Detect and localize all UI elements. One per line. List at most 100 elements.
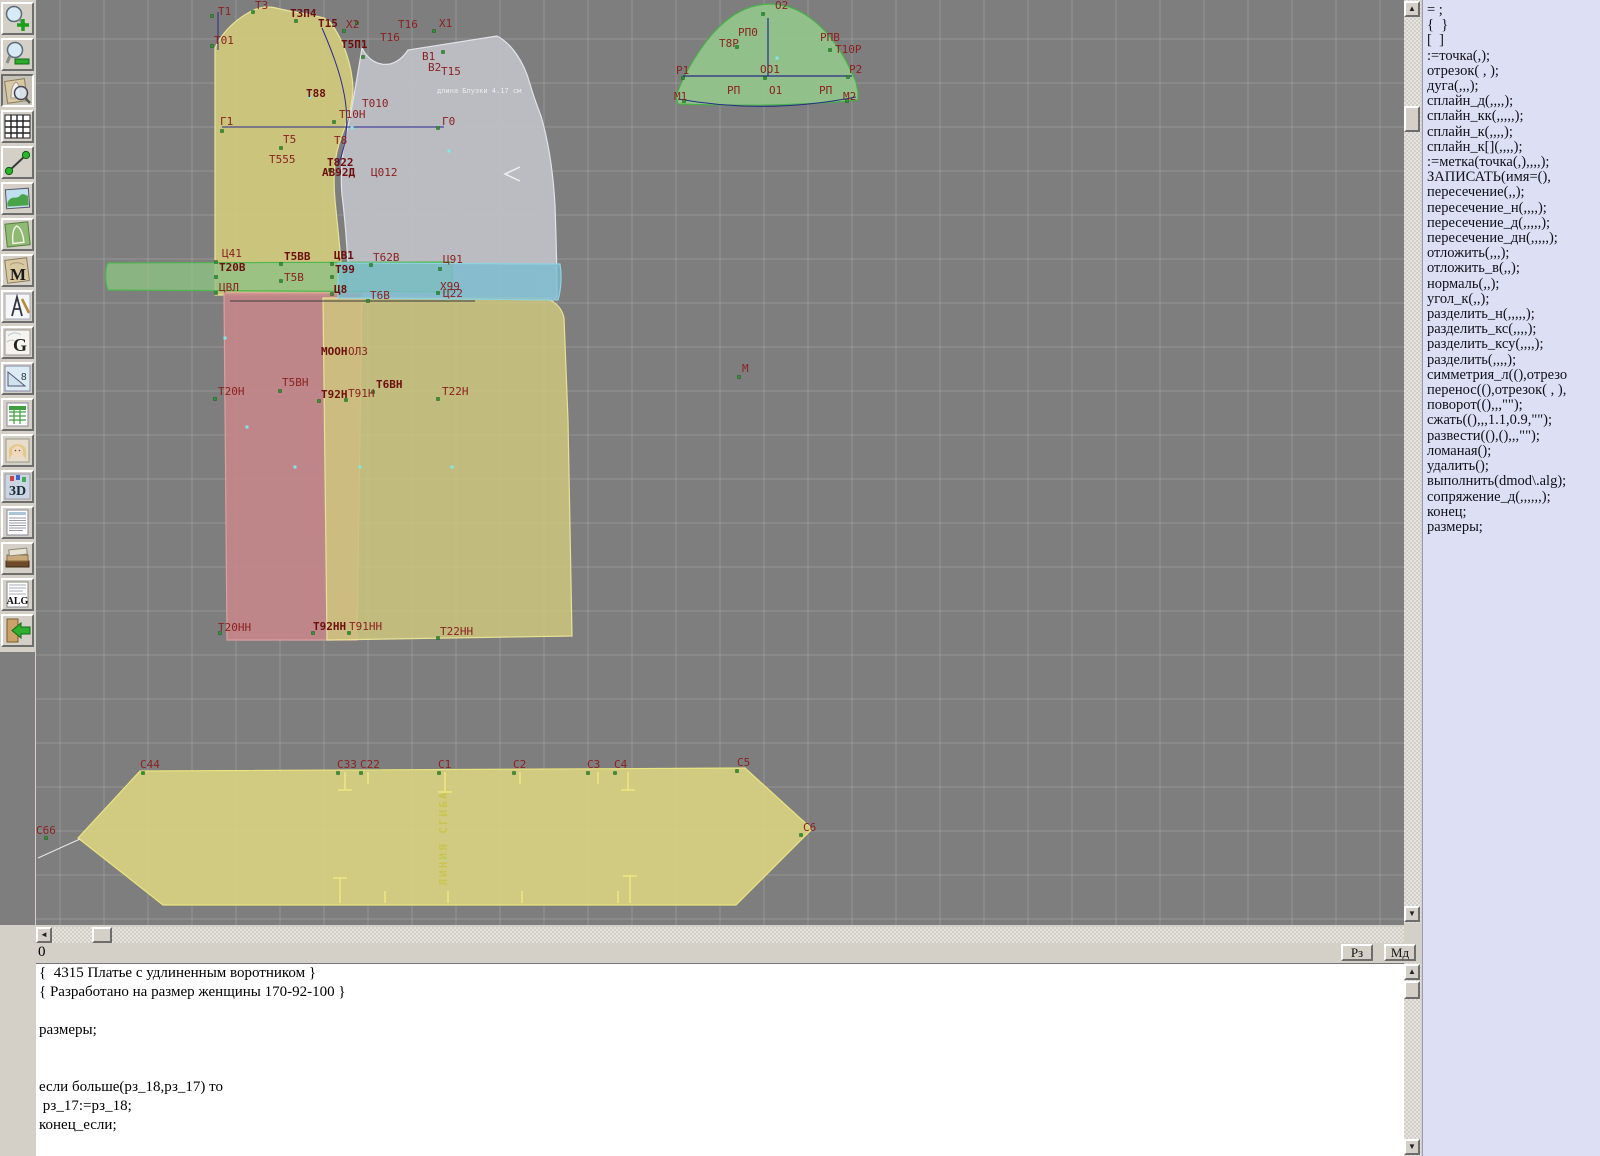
segment-button[interactable] (1, 146, 34, 179)
view-pattern-button[interactable] (1, 74, 34, 107)
command-item[interactable]: поворот((),,,""); (1423, 398, 1600, 413)
command-item[interactable]: [ ] (1423, 33, 1600, 48)
code-scroll-up-button[interactable]: ▲ (1404, 964, 1420, 980)
horizontal-scroll-thumb[interactable] (92, 927, 112, 943)
pattern-label: Т555 (269, 153, 296, 166)
zoom-out-button[interactable] (1, 38, 34, 71)
command-item[interactable]: сплайн_к[](,,,,); (1423, 140, 1600, 155)
scroll-down-button[interactable]: ▼ (1404, 906, 1420, 922)
rz-button[interactable]: Рз (1341, 944, 1373, 961)
pattern-point (442, 51, 445, 54)
pattern-label: МООН (321, 345, 348, 358)
m-pattern-icon: M (3, 256, 32, 285)
pattern-label: Т6В (370, 289, 390, 302)
exit-button[interactable] (1, 614, 34, 647)
command-item[interactable]: разделить(,,,,); (1423, 353, 1600, 368)
scroll-left-button[interactable]: ◄ (36, 927, 52, 943)
pattern-point (614, 772, 617, 775)
command-item[interactable]: ЗАПИСАТЬ(имя=(), (1423, 170, 1600, 185)
command-item[interactable]: симметрия_л((),отрезо (1423, 368, 1600, 383)
command-item[interactable]: отложить_в(,,); (1423, 261, 1600, 276)
scroll-up-button[interactable]: ▲ (1404, 1, 1420, 17)
pattern-label: Т10Р (835, 43, 862, 56)
pattern-point (280, 280, 283, 283)
pattern-cad-window: M G 8 3D ALG Т1Т01Т3ТЗП4Т15Х2Т16Х1Т5П1Т16В1В… (0, 0, 1600, 1156)
command-item[interactable]: сопряжение_д(,,,,,,); (1423, 490, 1600, 505)
md-button[interactable]: Мд (1384, 944, 1416, 961)
vertical-scroll-thumb[interactable] (1404, 106, 1420, 132)
pattern-point (764, 77, 767, 80)
pattern-label: Т91НН (349, 620, 382, 633)
command-item[interactable]: разделить_ксу(,,,,); (1423, 337, 1600, 352)
draft-button[interactable] (1, 290, 34, 323)
pattern-label: Т16 (380, 31, 400, 44)
command-item[interactable]: дуга(,,,); (1423, 79, 1600, 94)
command-item[interactable]: конец; (1423, 505, 1600, 520)
left-toolbar: M G 8 3D ALG (0, 0, 35, 1156)
command-item[interactable]: ломаная(); (1423, 444, 1600, 459)
command-item[interactable]: пересечение(,,); (1423, 185, 1600, 200)
table-button[interactable] (1, 398, 34, 431)
pattern-label: С33 (337, 758, 357, 771)
pattern-label: М2 (843, 90, 856, 103)
ruler-button[interactable]: 8 (1, 362, 34, 395)
command-item[interactable]: = ; (1423, 3, 1600, 18)
pattern-label: Т010 (362, 97, 389, 110)
pattern-point (337, 772, 340, 775)
command-item[interactable]: сжать((),,,1.1,0.9,""); (1423, 413, 1600, 428)
pattern-label: Ц91 (443, 253, 463, 266)
pattern-label: О1 (769, 84, 782, 97)
svg-text:8: 8 (21, 372, 27, 383)
books-icon (3, 544, 32, 573)
command-item[interactable]: :=точка(,); (1423, 49, 1600, 64)
pattern-label: Т15 (318, 17, 338, 30)
code-vertical-scrollbar[interactable]: ▲ ▼ (1404, 963, 1421, 1156)
pattern-label: ЛИНИЯ СГИБА (437, 791, 450, 886)
command-item[interactable]: выполнить(dmod\.alg); (1423, 474, 1600, 489)
image-button[interactable] (1, 182, 34, 215)
command-item[interactable]: разделить_н(,,,,,); (1423, 307, 1600, 322)
pattern-point-cyan (359, 466, 362, 469)
command-item[interactable]: пересечение_дн(,,,,,); (1423, 231, 1600, 246)
list-button[interactable] (1, 506, 34, 539)
command-item[interactable]: { } (1423, 18, 1600, 33)
command-item[interactable]: отрезок( , ); (1423, 64, 1600, 79)
image-icon (3, 184, 32, 213)
canvas-vertical-scrollbar[interactable]: ▲ ▼ (1404, 0, 1421, 923)
alg-button[interactable]: ALG (1, 578, 34, 611)
zoom-in-button[interactable] (1, 2, 34, 35)
drawing-canvas[interactable]: Т1Т01Т3ТЗП4Т15Х2Т16Х1Т5П1Т16В1В2Т15Т88Т0… (36, 0, 1404, 925)
three-d-button[interactable]: 3D (1, 470, 34, 503)
command-item[interactable]: сплайн_кк(,,,,,); (1423, 109, 1600, 124)
pattern-label: М1 (674, 90, 687, 103)
code-scroll-thumb[interactable] (1404, 981, 1420, 999)
algorithm-code-editor[interactable]: { 4315 Платье с удлиненным воротником }{… (36, 963, 1404, 1156)
code-line: { Разработано на размер женщины 170-92-1… (36, 983, 1404, 1002)
command-item[interactable]: нормаль(,,); (1423, 277, 1600, 292)
portrait-button[interactable] (1, 434, 34, 467)
command-item[interactable]: угол_к(,,); (1423, 292, 1600, 307)
command-item[interactable]: разделить_кс(,,,,); (1423, 322, 1600, 337)
g-letter-button[interactable]: G (1, 326, 34, 359)
piece-button[interactable] (1, 218, 34, 251)
command-item[interactable]: :=метка(точка(,),,,,); (1423, 155, 1600, 170)
command-item[interactable]: удалить(); (1423, 459, 1600, 474)
command-item[interactable]: развести((),(),,,""); (1423, 429, 1600, 444)
command-item[interactable]: сплайн_к(,,,,); (1423, 125, 1600, 140)
pattern-label: РП (819, 84, 832, 97)
pattern-label: Т91Н (348, 387, 375, 400)
command-item[interactable]: перенос((),отрезок( , ), (1423, 383, 1600, 398)
command-item[interactable]: пересечение_д(,,,,,); (1423, 216, 1600, 231)
command-item[interactable]: отложить(,,,); (1423, 246, 1600, 261)
command-item[interactable]: размеры; (1423, 520, 1600, 535)
command-item[interactable]: пересечение_н(,,,,); (1423, 201, 1600, 216)
m-pattern-button[interactable]: M (1, 254, 34, 287)
pattern-scene[interactable]: Т1Т01Т3ТЗП4Т15Х2Т16Х1Т5П1Т16В1В2Т15Т88Т0… (36, 0, 1404, 925)
ruler-icon: 8 (3, 364, 32, 393)
g-letter-icon: G (3, 328, 32, 357)
books-button[interactable] (1, 542, 34, 575)
code-scroll-down-button[interactable]: ▼ (1404, 1139, 1420, 1155)
grid-button[interactable] (1, 110, 34, 143)
command-item[interactable]: сплайн_д(,,,,); (1423, 94, 1600, 109)
canvas-horizontal-scrollbar[interactable]: ◄ (36, 927, 1404, 943)
